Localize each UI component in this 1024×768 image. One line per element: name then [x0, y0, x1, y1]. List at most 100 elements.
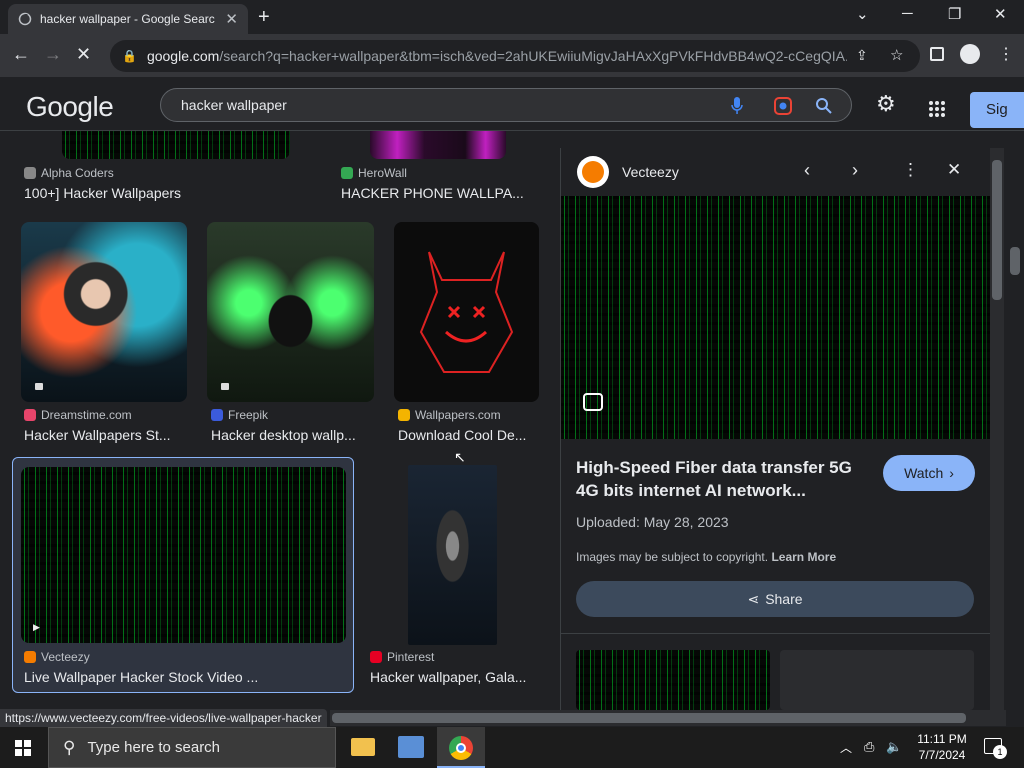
tab-search-icon[interactable]: ⌄: [856, 5, 869, 23]
result-source: Dreamstime.com: [41, 408, 132, 422]
result-title[interactable]: Live Wallpaper Hacker Stock Video ...: [24, 669, 258, 685]
minimize-button[interactable]: ─: [902, 5, 913, 22]
notification-icon[interactable]: 1: [984, 738, 1007, 759]
close-tab-icon[interactable]: ✕: [225, 10, 238, 28]
side-panel-icon[interactable]: [930, 47, 944, 61]
panel-site-name[interactable]: Vecteezy: [622, 164, 679, 180]
browser-menu-icon[interactable]: ⋮: [998, 44, 1014, 64]
chrome-icon: [449, 736, 473, 760]
source-favicon-icon: [341, 167, 353, 179]
copyright-notice: Images may be subject to copyright. Lear…: [576, 550, 836, 564]
learn-more-link[interactable]: Learn More: [771, 550, 836, 564]
stop-loading-button[interactable]: ✕: [76, 44, 91, 65]
result-thumbnail[interactable]: [408, 465, 497, 645]
related-thumbnail[interactable]: [780, 650, 974, 710]
apps-grid-icon[interactable]: [928, 100, 946, 118]
share-button[interactable]: ⋖ Share: [576, 581, 974, 617]
next-image-button[interactable]: ›: [852, 160, 858, 181]
address-url: google.com/search?q=hacker+wallpaper&tbm…: [146, 48, 847, 64]
source-favicon-icon: [24, 651, 36, 663]
result-item[interactable]: Wallpapers.com Download Cool De...: [398, 408, 526, 443]
result-source: Freepik: [228, 408, 269, 422]
result-thumbnail[interactable]: [21, 222, 187, 402]
share-page-icon[interactable]: ⇪: [856, 47, 868, 64]
sign-in-button[interactable]: Sig: [970, 92, 1024, 128]
forward-button[interactable]: →: [44, 44, 62, 65]
image-badge-icon: [221, 383, 229, 390]
result-thumbnail[interactable]: [394, 222, 539, 402]
app-icon[interactable]: [398, 736, 424, 758]
more-options-icon[interactable]: ⋮: [902, 160, 919, 180]
tab-title: hacker wallpaper - Google Searc: [40, 12, 215, 26]
lens-camera-icon[interactable]: [773, 96, 793, 116]
address-bar[interactable]: 🔒 google.com/search?q=hacker+wallpaper&t…: [110, 40, 920, 72]
taskbar-clock[interactable]: 11:11 PM 7/7/2024: [912, 731, 972, 763]
search-icon[interactable]: [815, 97, 833, 115]
panel-scrollbar[interactable]: [990, 148, 1004, 710]
volume-muted-icon[interactable]: 🔈: [886, 739, 902, 755]
result-item[interactable]: Vecteezy Live Wallpaper Hacker Stock Vid…: [24, 650, 258, 685]
scrollbar-thumb[interactable]: [992, 160, 1002, 300]
google-logo[interactable]: Google: [26, 91, 114, 123]
vecteezy-logo-icon: [577, 156, 609, 188]
network-icon[interactable]: ⎙: [864, 739, 874, 755]
result-thumbnail[interactable]: [370, 131, 506, 159]
browser-tab-active[interactable]: hacker wallpaper - Google Searc ✕: [8, 4, 248, 34]
new-tab-button[interactable]: +: [258, 6, 270, 29]
result-item[interactable]: Pinterest Hacker wallpaper, Gala...: [370, 650, 526, 685]
taskbar-search-placeholder: Type here to search: [87, 739, 221, 756]
image-results-grid: Alpha Coders 100+] Hacker Wallpapers Her…: [0, 131, 556, 710]
browser-toolbar: ← → ✕ 🔒 google.com/search?q=hacker+wallp…: [0, 34, 1024, 78]
back-button[interactable]: ←: [12, 44, 30, 65]
result-item[interactable]: Dreamstime.com Hacker Wallpapers St...: [24, 408, 171, 443]
settings-gear-icon[interactable]: ⚙: [876, 91, 896, 117]
close-window-button[interactable]: ✕: [994, 5, 1007, 23]
result-title[interactable]: Download Cool De...: [398, 427, 526, 443]
taskbar-search-icon: ⚲: [63, 737, 76, 757]
tray-overflow-icon[interactable]: ︿: [840, 739, 852, 756]
horizontal-scrollbar[interactable]: [330, 710, 1006, 726]
result-item[interactable]: Freepik Hacker desktop wallp...: [211, 408, 356, 443]
share-button-label: Share: [765, 591, 803, 607]
related-thumbnail[interactable]: [576, 650, 770, 710]
preview-image[interactable]: [561, 196, 990, 439]
result-title[interactable]: 100+] Hacker Wallpapers: [24, 185, 181, 201]
restore-button[interactable]: ❐: [948, 5, 961, 23]
clock-time: 11:11 PM: [917, 732, 967, 746]
result-thumbnail[interactable]: ▶: [21, 467, 346, 643]
previous-image-button[interactable]: ‹: [804, 160, 810, 181]
result-thumbnail[interactable]: [62, 131, 290, 159]
chrome-taskbar-button[interactable]: [437, 727, 485, 768]
source-favicon-icon: [24, 167, 36, 179]
result-title[interactable]: HACKER PHONE WALLPA...: [341, 185, 524, 201]
result-title[interactable]: Hacker Wallpapers St...: [24, 427, 171, 443]
scrollbar-thumb[interactable]: [1010, 247, 1020, 275]
scrollbar-thumb[interactable]: [332, 713, 966, 723]
result-title[interactable]: Hacker desktop wallp...: [211, 427, 356, 443]
lens-search-icon[interactable]: [583, 393, 603, 411]
status-bar-url: https://www.vecteezy.com/free-videos/liv…: [0, 709, 327, 727]
result-item[interactable]: HeroWall HACKER PHONE WALLPA...: [341, 166, 524, 201]
page-scrollbar[interactable]: [1006, 131, 1024, 710]
microphone-icon[interactable]: [731, 97, 743, 115]
search-input[interactable]: hacker wallpaper: [160, 88, 852, 122]
taskbar-search-box[interactable]: ⚲ Type here to search: [48, 727, 336, 768]
windows-start-icon[interactable]: [15, 740, 31, 756]
result-thumbnail[interactable]: [207, 222, 374, 402]
panel-title[interactable]: High-Speed Fiber data transfer 5G 4G bit…: [576, 456, 866, 502]
image-preview-panel: Vecteezy ‹ › ⋮ ✕ High-Speed Fiber data t…: [560, 148, 990, 710]
result-title[interactable]: Hacker wallpaper, Gala...: [370, 669, 526, 685]
profile-avatar[interactable]: [960, 44, 980, 64]
result-item[interactable]: Alpha Coders 100+] Hacker Wallpapers: [24, 166, 181, 201]
result-source: Vecteezy: [41, 650, 90, 664]
result-source: HeroWall: [358, 166, 407, 180]
file-explorer-icon[interactable]: [351, 738, 375, 756]
close-panel-button[interactable]: ✕: [947, 160, 961, 180]
source-favicon-icon: [24, 409, 36, 421]
video-play-icon: ▶: [33, 622, 40, 632]
clock-date: 7/7/2024: [918, 748, 966, 762]
watch-button[interactable]: Watch ›: [883, 455, 975, 491]
google-favicon-icon: [18, 12, 32, 26]
bookmark-star-icon[interactable]: ☆: [890, 46, 903, 64]
source-favicon-icon: [370, 651, 382, 663]
